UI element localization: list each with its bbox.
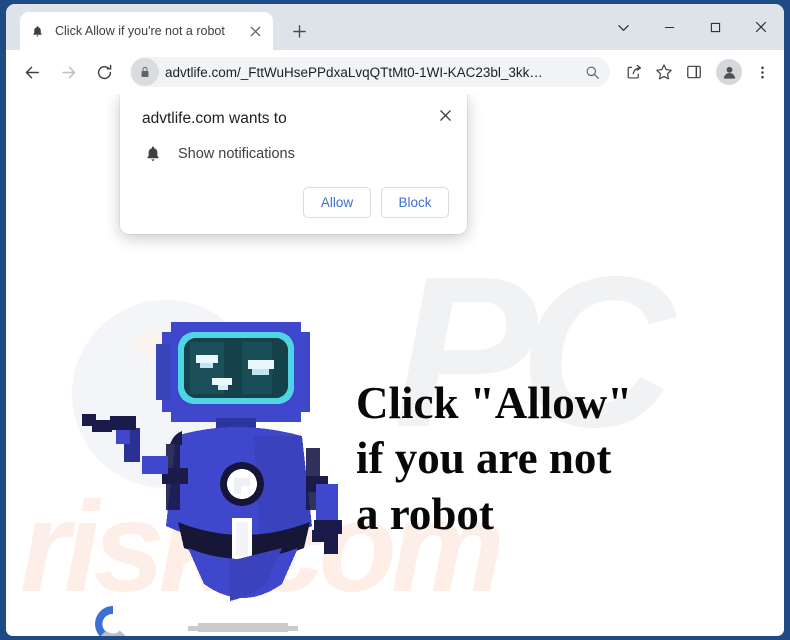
dialog-actions: Allow Block xyxy=(120,165,467,234)
dialog-permission-row: Show notifications xyxy=(120,128,467,165)
minimize-icon[interactable] xyxy=(646,7,692,47)
captcha-c-icon xyxy=(95,606,126,636)
share-icon[interactable] xyxy=(620,57,648,87)
page-viewport: PC risk.com xyxy=(6,94,784,636)
robot-mascot-image xyxy=(66,308,356,608)
dialog-title: advtlife.com wants to xyxy=(142,110,287,127)
allow-button[interactable]: Allow xyxy=(303,187,371,218)
dialog-close-icon[interactable] xyxy=(434,104,456,126)
browser-menu-icon[interactable] xyxy=(748,57,776,87)
notification-permission-dialog: advtlife.com wants to Show notifications… xyxy=(120,94,467,234)
browser-window: Click Allow if you're not a robot advtli… xyxy=(6,4,784,636)
window-controls xyxy=(600,4,784,50)
new-tab-button[interactable] xyxy=(286,18,312,44)
search-icon[interactable] xyxy=(580,60,604,84)
browser-toolbar: advtlife.com/_FttWuHsePPdxaLvqQTtMt0-1WI… xyxy=(6,50,784,94)
robot-shadow xyxy=(184,621,302,636)
headline-line-3: a robot xyxy=(356,488,494,539)
tab-title: Click Allow if you're not a robot xyxy=(55,24,225,38)
omnibox[interactable]: advtlife.com/_FttWuHsePPdxaLvqQTtMt0-1WI… xyxy=(130,57,610,87)
headline-line-1: Click "Allow" xyxy=(356,378,633,428)
page-headline: Click "Allow" if you are not a robot xyxy=(356,376,686,542)
bell-favicon-icon xyxy=(29,23,46,40)
profile-avatar-icon[interactable] xyxy=(716,59,742,85)
block-button[interactable]: Block xyxy=(381,187,449,218)
tab-strip: Click Allow if you're not a robot xyxy=(6,4,784,50)
url-text: advtlife.com/_FttWuHsePPdxaLvqQTtMt0-1WI… xyxy=(165,64,543,80)
headline-line-2: if you are not xyxy=(356,433,612,484)
back-button[interactable] xyxy=(16,56,48,88)
close-window-icon[interactable] xyxy=(738,7,784,47)
captcha-logo: E-CAPTCHA xyxy=(78,602,148,636)
bookmark-star-icon[interactable] xyxy=(650,57,678,87)
tab-search-chevron-down-icon[interactable] xyxy=(600,7,646,47)
dialog-permission-label: Show notifications xyxy=(178,146,295,162)
side-panel-icon[interactable] xyxy=(680,57,708,87)
reload-button[interactable] xyxy=(88,56,120,88)
bell-icon xyxy=(142,143,164,165)
maximize-icon[interactable] xyxy=(692,7,738,47)
tab-close-icon[interactable] xyxy=(246,22,264,40)
browser-tab[interactable]: Click Allow if you're not a robot xyxy=(20,12,273,50)
forward-button[interactable] xyxy=(52,56,84,88)
lock-icon[interactable] xyxy=(131,58,159,86)
